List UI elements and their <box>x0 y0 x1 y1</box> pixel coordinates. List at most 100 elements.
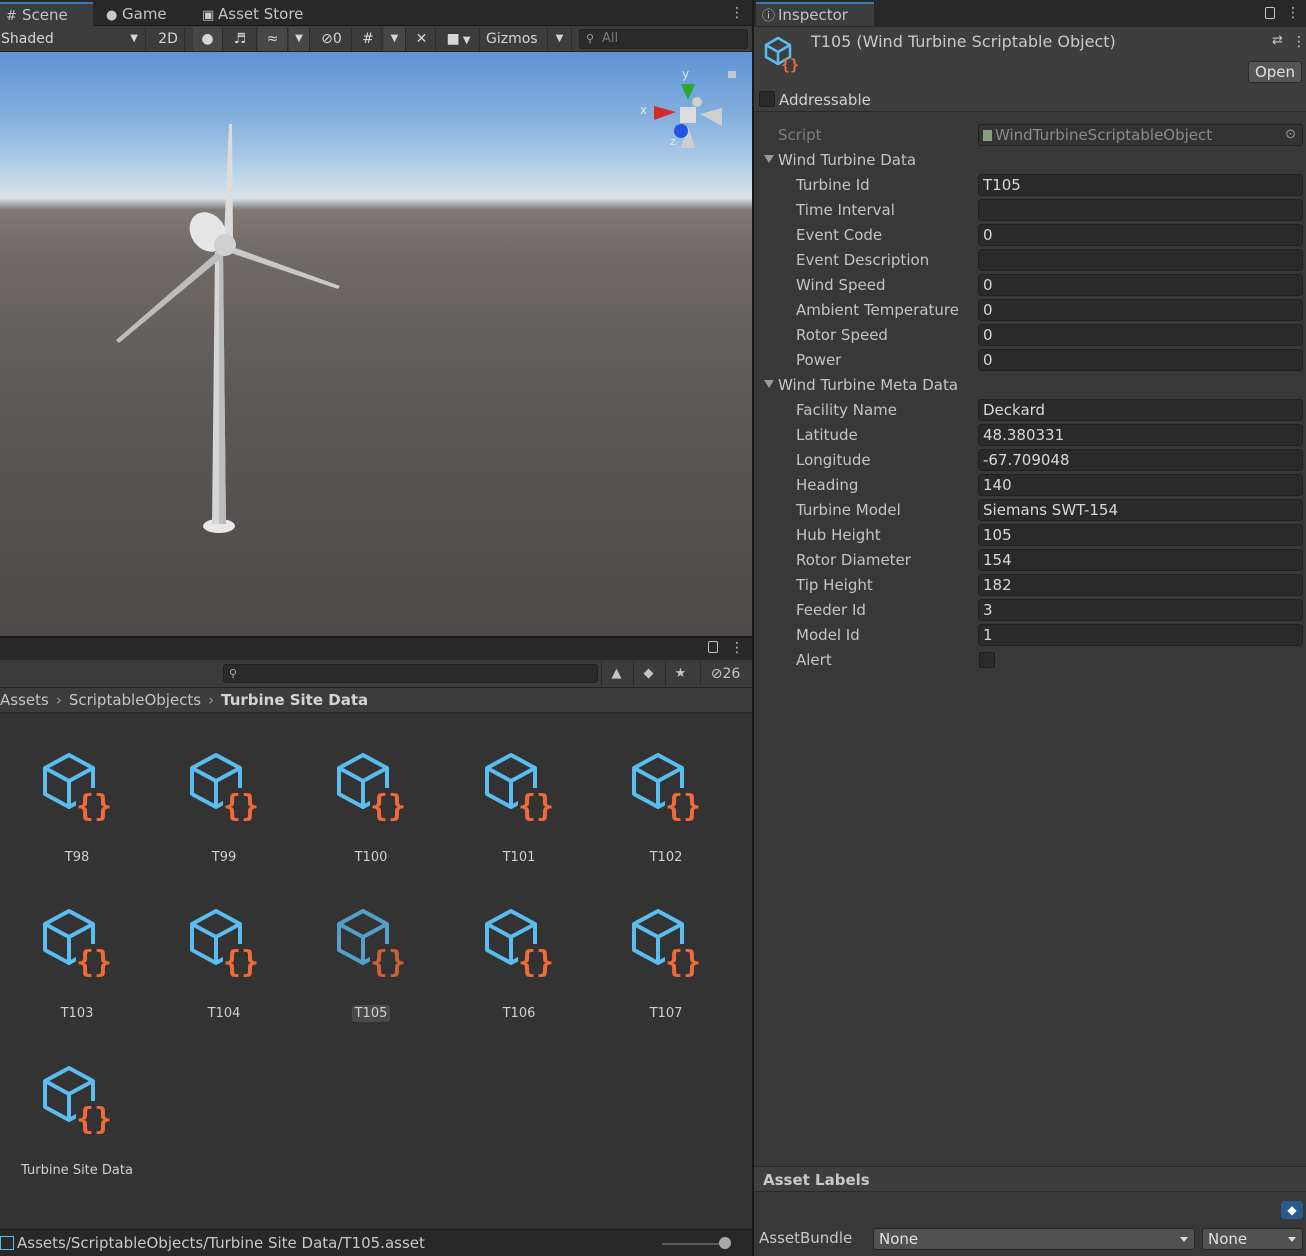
kebab-menu-icon[interactable]: ⋮ <box>1292 33 1306 51</box>
asset-item[interactable]: {} T107 <box>596 906 736 1022</box>
gizmo-neg-x-axis <box>700 108 722 126</box>
camera-dropdown[interactable]: ■ ▼ <box>438 27 480 51</box>
audio-toggle[interactable]: ♬ <box>224 27 257 51</box>
foldout-wind-turbine-meta-data[interactable]: Wind Turbine Meta Data <box>754 373 1306 398</box>
dropdown-arrow-icon: ▼ <box>555 33 564 44</box>
search-by-label-button[interactable]: ◆ <box>633 662 663 686</box>
tag-icon[interactable]: ◆ <box>1281 1201 1303 1219</box>
property-input[interactable]: 105 <box>978 524 1303 546</box>
property-input[interactable]: 154 <box>978 549 1303 571</box>
property-input[interactable]: 0 <box>978 324 1303 346</box>
lock-icon[interactable] <box>708 641 718 653</box>
inspector-title: T105 (Wind Turbine Scriptable Object) <box>811 32 1116 51</box>
breadcrumb-item-turbine-site-data[interactable]: Turbine Site Data <box>221 691 368 709</box>
kebab-menu-icon[interactable]: ⋮ <box>730 4 744 22</box>
grid-dropdown[interactable]: ▼ <box>384 27 406 51</box>
asset-labels-header[interactable]: Asset Labels <box>754 1166 1306 1192</box>
asset-name: T105 <box>351 1005 391 1022</box>
speaker-icon: ♬ <box>233 31 247 47</box>
search-icon: ⚲ <box>229 667 238 680</box>
mode-2d-button[interactable]: 2D <box>152 27 185 51</box>
shading-mode-dropdown[interactable]: Shaded ▼ <box>0 27 146 51</box>
inspector-header: {} T105 (Wind Turbine Scriptable Object)… <box>754 27 1306 112</box>
asset-item[interactable]: {} T104 <box>154 906 294 1022</box>
kebab-menu-icon[interactable]: ⋮ <box>1286 4 1300 22</box>
script-field[interactable]: WindTurbineScriptableObject ⊙ <box>978 124 1303 146</box>
property-input[interactable]: 1 <box>978 624 1303 646</box>
lighting-toggle[interactable]: ● <box>193 27 223 51</box>
property-input[interactable]: 0 <box>978 299 1303 321</box>
tab-game[interactable]: ● Game <box>100 2 190 26</box>
object-picker-icon[interactable]: ⊙ <box>1285 125 1296 145</box>
property-input[interactable]: -67.709048 <box>978 449 1303 471</box>
assetbundle-label: AssetBundle <box>759 1229 853 1247</box>
scene-viewport[interactable]: x y z Iso <box>0 52 752 636</box>
effects-dropdown[interactable]: ▼ <box>289 27 310 51</box>
property-row: Rotor Speed 0 <box>754 323 1306 348</box>
property-input[interactable]: 182 <box>978 574 1303 596</box>
search-by-type-button[interactable]: ▲ <box>601 662 631 686</box>
property-input[interactable]: 48.380331 <box>978 424 1303 446</box>
hidden-packages-toggle[interactable]: ⊘26 <box>700 662 750 686</box>
assetbundle-variant-dropdown[interactable]: None <box>1202 1228 1303 1250</box>
tab-asset-store[interactable]: ▣ Asset Store <box>196 2 316 26</box>
asset-item[interactable]: {} T106 <box>449 906 589 1022</box>
scene-visibility-toggle[interactable]: ⊘0 <box>312 27 352 51</box>
property-input[interactable] <box>978 199 1303 221</box>
property-row: Latitude 48.380331 <box>754 423 1306 448</box>
orientation-gizmo[interactable]: x y z Iso <box>640 67 722 187</box>
asset-item[interactable]: {} Turbine Site Data <box>7 1063 147 1179</box>
kebab-menu-icon[interactable]: ⋮ <box>730 639 744 657</box>
gizmos-button[interactable]: Gizmos <box>482 27 548 51</box>
grid-toggle[interactable]: # <box>355 27 382 51</box>
property-input[interactable]: T105 <box>978 174 1303 196</box>
icon-size-slider[interactable] <box>662 1243 722 1245</box>
property-label: Model Id <box>796 626 860 644</box>
asset-item[interactable]: {} T102 <box>596 750 736 866</box>
property-input[interactable]: 3 <box>978 599 1303 621</box>
svg-text:{}: {} <box>370 789 406 824</box>
foldout-wind-turbine-data[interactable]: Wind Turbine Data <box>754 148 1306 173</box>
projection-label[interactable]: Iso <box>685 172 704 187</box>
breadcrumb-item-assets[interactable]: Assets <box>0 691 49 709</box>
layers-icon: ≈ <box>266 31 279 47</box>
addressable-checkbox[interactable] <box>759 91 775 107</box>
property-input[interactable]: Deckard <box>978 399 1303 421</box>
turbine-blade-right <box>228 246 340 289</box>
open-button[interactable]: Open <box>1248 61 1302 83</box>
lock-icon[interactable] <box>728 71 736 78</box>
alert-checkbox[interactable] <box>979 652 995 668</box>
property-input[interactable]: 0 <box>978 274 1303 296</box>
tools-toggle[interactable]: ✕ <box>408 27 436 51</box>
property-input[interactable] <box>978 249 1303 271</box>
info-icon: ⓘ <box>762 9 776 24</box>
tab-inspector[interactable]: ⓘ Inspector <box>756 2 874 26</box>
asset-item[interactable]: {} T101 <box>449 750 589 866</box>
asset-item[interactable]: {} T99 <box>154 750 294 866</box>
lock-icon[interactable] <box>1265 7 1275 19</box>
favorites-button[interactable]: ★ <box>665 662 695 686</box>
tab-scene[interactable]: # Scene <box>0 2 93 26</box>
asset-item[interactable]: {} T103 <box>7 906 147 1022</box>
assetbundle-dropdown[interactable]: None <box>873 1228 1195 1250</box>
scriptable-object-icon: {} <box>43 909 112 980</box>
property-label: Feeder Id <box>796 601 866 619</box>
settings-sliders-icon[interactable]: ⇄ <box>1272 33 1283 48</box>
property-input[interactable]: 0 <box>978 349 1303 371</box>
breadcrumb-item-scriptableobjects[interactable]: ScriptableObjects <box>69 691 201 709</box>
property-input[interactable]: 0 <box>978 224 1303 246</box>
project-search-input[interactable]: ⚲ <box>223 664 598 683</box>
property-label: Rotor Speed <box>796 326 888 344</box>
scriptable-object-icon: {} <box>337 753 406 824</box>
asset-item[interactable]: {} T98 <box>7 750 147 866</box>
icon-size-slider-handle[interactable] <box>719 1237 731 1249</box>
scene-search-input[interactable]: ⚲ All <box>579 29 748 49</box>
property-input[interactable]: Siemans SWT-154 <box>978 499 1303 521</box>
asset-item[interactable]: {} T105 <box>301 906 441 1022</box>
effects-toggle[interactable]: ≈ <box>258 27 288 51</box>
asset-item[interactable]: {} T100 <box>301 750 441 866</box>
inspector-tabbar: ⓘ Inspector ⋮ <box>754 0 1306 27</box>
scriptable-object-icon: {} <box>190 909 259 980</box>
gizmos-dropdown[interactable]: ▼ <box>548 27 572 51</box>
property-input[interactable]: 140 <box>978 474 1303 496</box>
